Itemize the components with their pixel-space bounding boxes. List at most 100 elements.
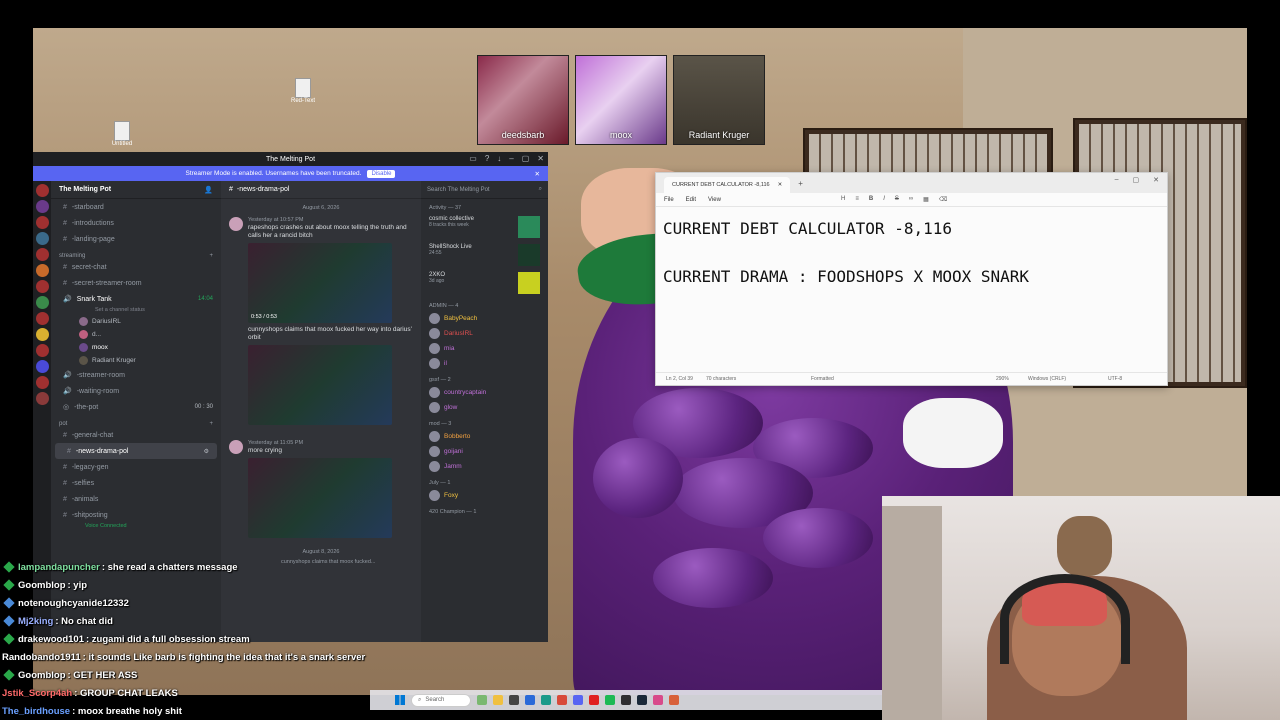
server-icon[interactable] bbox=[35, 392, 49, 405]
taskbar-search[interactable]: ⌕ Search bbox=[411, 693, 471, 707]
close-icon[interactable]: ✕ bbox=[537, 154, 544, 163]
widgets-icon[interactable] bbox=[477, 695, 487, 705]
minimize-icon[interactable]: – bbox=[509, 154, 513, 163]
download-icon[interactable]: ↓ bbox=[497, 154, 501, 163]
channel-item[interactable]: # -introductions bbox=[51, 215, 221, 231]
steam-icon[interactable] bbox=[637, 695, 647, 705]
desktop-file-icon[interactable]: Red-Text bbox=[283, 78, 323, 104]
member-item[interactable]: goijani bbox=[421, 444, 548, 459]
server-icon[interactable] bbox=[35, 376, 49, 389]
file-explorer-icon[interactable] bbox=[493, 695, 503, 705]
channel-status[interactable]: Set a channel status bbox=[51, 307, 221, 315]
heading-icon[interactable]: H bbox=[841, 196, 845, 203]
server-icon[interactable] bbox=[35, 200, 49, 213]
close-icon[interactable]: ✕ bbox=[778, 182, 783, 188]
server-icon[interactable] bbox=[35, 296, 49, 309]
minimize-icon[interactable]: – bbox=[1115, 176, 1119, 184]
server-icon[interactable] bbox=[35, 328, 49, 341]
channel-item[interactable]: # -starboard bbox=[51, 199, 221, 215]
notepad-editor[interactable]: CURRENT DEBT CALCULATOR -8,116 CURRENT D… bbox=[656, 207, 1167, 372]
menu-view[interactable]: View bbox=[708, 197, 721, 203]
activity-card[interactable]: 2XKO 3d ago bbox=[421, 269, 548, 297]
server-icon[interactable] bbox=[35, 280, 49, 293]
chrome-icon[interactable] bbox=[557, 695, 567, 705]
video-embed[interactable] bbox=[248, 458, 392, 538]
channel-item[interactable]: # -selfies bbox=[51, 475, 221, 491]
clear-format-icon[interactable]: ⌫ bbox=[939, 196, 947, 203]
disable-button[interactable]: Disable bbox=[367, 169, 396, 178]
channel-item[interactable]: # secret-chat bbox=[51, 259, 221, 275]
taskview-icon[interactable] bbox=[509, 695, 519, 705]
store-icon[interactable] bbox=[525, 695, 535, 705]
help-icon[interactable]: ? bbox=[485, 154, 489, 163]
category-streaming[interactable]: streaming + bbox=[51, 247, 221, 259]
server-icon[interactable] bbox=[35, 232, 49, 245]
activity-card[interactable]: ShellShock Live 24:55 bbox=[421, 241, 548, 269]
start-icon[interactable] bbox=[395, 695, 405, 705]
member-item[interactable]: Foxy bbox=[421, 488, 548, 503]
cam-tile[interactable]: deedsbarb bbox=[477, 55, 569, 145]
cam-tile[interactable]: Radiant Kruger bbox=[673, 55, 765, 145]
member-item[interactable]: Jamm bbox=[421, 459, 548, 474]
member-item[interactable]: Bobberto bbox=[421, 429, 548, 444]
member-item[interactable]: mia bbox=[421, 341, 548, 356]
edge-icon[interactable] bbox=[541, 695, 551, 705]
youtube-icon[interactable] bbox=[589, 695, 599, 705]
table-icon[interactable]: ▦ bbox=[923, 196, 929, 203]
channel-item[interactable]: # -general-chat bbox=[51, 427, 221, 443]
discord-icon[interactable] bbox=[573, 695, 583, 705]
server-icon[interactable] bbox=[35, 360, 49, 373]
bold-icon[interactable]: B bbox=[869, 196, 873, 203]
channel-item-active[interactable]: # -news-drama-pol ⚙ bbox=[55, 443, 217, 459]
menu-file[interactable]: File bbox=[664, 197, 674, 203]
member-item[interactable]: glow bbox=[421, 400, 548, 415]
channel-item[interactable]: # -shitposting bbox=[51, 507, 221, 523]
maximize-icon[interactable]: ▢ bbox=[522, 154, 530, 163]
cam-tile[interactable]: moox bbox=[575, 55, 667, 145]
channel-item[interactable]: 🔊 -waiting-room bbox=[51, 383, 221, 399]
message[interactable]: Yesterday at 11:05 PM more crying bbox=[221, 438, 421, 543]
voice-user[interactable]: Radiant Kruger bbox=[51, 354, 221, 367]
voice-channel[interactable]: 🔊 Snark Tank 14:04 bbox=[51, 291, 221, 307]
server-icon[interactable] bbox=[35, 248, 49, 261]
close-icon[interactable]: ✕ bbox=[535, 170, 540, 178]
search-field[interactable]: Search The Melting Pot ⌕ bbox=[421, 181, 548, 199]
server-icon[interactable] bbox=[35, 184, 49, 197]
voice-user[interactable]: moox bbox=[51, 341, 221, 354]
inbox-icon[interactable]: ▭ bbox=[469, 154, 477, 163]
close-icon[interactable]: ✕ bbox=[1153, 176, 1159, 184]
member-item[interactable]: countrycaptain bbox=[421, 385, 548, 400]
voice-user[interactable]: d... bbox=[51, 328, 221, 341]
notepad-tab[interactable]: CURRENT DEBT CALCULATOR -8,116 ✕ bbox=[664, 177, 791, 193]
server-icon[interactable] bbox=[35, 344, 49, 357]
video-embed[interactable] bbox=[248, 345, 392, 425]
italic-icon[interactable]: I bbox=[883, 196, 885, 203]
settings-icon[interactable]: ⚙ bbox=[204, 448, 209, 455]
member-item[interactable]: BabyPeach bbox=[421, 311, 548, 326]
app-icon[interactable] bbox=[669, 695, 679, 705]
channel-item[interactable]: ◎ -the-pot 00 : 30 bbox=[51, 399, 221, 415]
voice-user[interactable]: DariusIRL bbox=[51, 315, 221, 328]
app-icon[interactable] bbox=[653, 695, 663, 705]
member-item[interactable]: DariusIRL bbox=[421, 326, 548, 341]
menu-edit[interactable]: Edit bbox=[686, 197, 696, 203]
add-member-icon[interactable]: 👤 bbox=[204, 186, 213, 194]
list-icon[interactable]: ≡ bbox=[855, 196, 859, 203]
desktop-file-icon[interactable]: Untitled bbox=[102, 121, 142, 147]
obs-icon[interactable] bbox=[621, 695, 631, 705]
channel-item[interactable]: # -secret-streamer-room bbox=[51, 275, 221, 291]
channel-item[interactable]: # -legacy-gen bbox=[51, 459, 221, 475]
maximize-icon[interactable]: ▢ bbox=[1133, 176, 1140, 184]
message[interactable]: Yesterday at 10:57 PM rapeshops crashes … bbox=[221, 215, 421, 430]
channel-item[interactable]: # -landing-page bbox=[51, 231, 221, 247]
server-header[interactable]: The Melting Pot 👤 bbox=[51, 181, 221, 199]
server-icon[interactable] bbox=[35, 264, 49, 277]
video-embed[interactable]: 0:53 / 0:53 bbox=[248, 243, 392, 323]
category-pot[interactable]: pot + bbox=[51, 415, 221, 427]
new-tab-icon[interactable]: + bbox=[798, 179, 803, 188]
server-icon[interactable] bbox=[35, 216, 49, 229]
channel-item[interactable]: 🔊 -streamer-room bbox=[51, 367, 221, 383]
member-item[interactable]: il bbox=[421, 356, 548, 371]
strike-icon[interactable]: S bbox=[895, 196, 899, 203]
link-icon[interactable]: ∞ bbox=[909, 196, 913, 203]
